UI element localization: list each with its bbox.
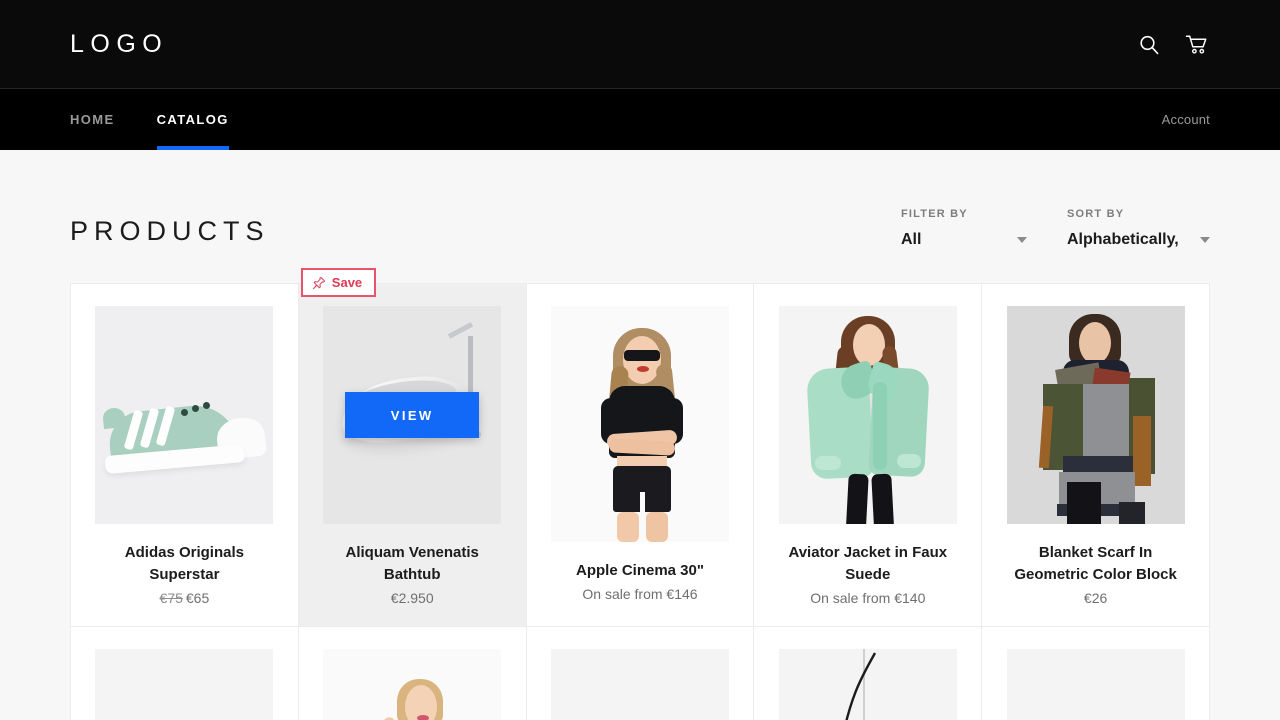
main-navigation: HOME CATALOG Account	[0, 89, 1280, 150]
page-header-row: PRODUCTS FILTER BY All SORT BY Alphabeti…	[0, 150, 1280, 251]
product-image	[95, 649, 273, 720]
product-title: Aliquam Venenatis Bathtub	[327, 542, 497, 586]
account-link[interactable]: Account	[1162, 112, 1210, 127]
header-actions	[1136, 32, 1210, 58]
collection-toolbar: FILTER BY All SORT BY Alphabetically,	[901, 208, 1210, 251]
product-thumb-placeholder	[1007, 649, 1185, 720]
product-title: Apple Cinema 30"	[576, 560, 704, 582]
product-title: Adidas Originals Superstar	[99, 542, 269, 586]
product-card[interactable]	[982, 627, 1210, 720]
cart-icon[interactable]	[1184, 32, 1210, 58]
chevron-down-icon	[1200, 237, 1210, 243]
sort-by-group: SORT BY Alphabetically,	[1067, 208, 1210, 249]
product-thumb-placeholder	[95, 649, 273, 720]
save-button-label: Save	[332, 275, 362, 290]
product-price-current: On sale from €146	[582, 586, 697, 602]
product-card[interactable]: Adidas Originals Superstar €75€65	[71, 284, 299, 627]
model-blonde-illustration	[323, 649, 501, 720]
product-title: Aviator Jacket in Faux Suede	[783, 542, 953, 586]
product-image	[1007, 306, 1185, 524]
filter-by-group: FILTER BY All	[901, 208, 1027, 249]
sort-by-value: Alphabetically,	[1067, 231, 1192, 249]
nav-item-home[interactable]: HOME	[70, 89, 115, 150]
product-price: €2.950	[391, 590, 434, 606]
sort-by-select[interactable]: Alphabetically,	[1067, 231, 1210, 249]
nav-item-catalog[interactable]: CATALOG	[157, 89, 229, 150]
pin-icon	[312, 276, 326, 290]
product-price-current: €2.950	[391, 590, 434, 606]
page-title: PRODUCTS	[70, 218, 270, 251]
product-image	[551, 306, 729, 542]
product-price-current: €26	[1084, 590, 1107, 606]
product-title: Blanket Scarf In Geometric Color Block	[1011, 542, 1181, 586]
product-price: On sale from €140	[810, 590, 925, 606]
model-sunglasses-illustration	[551, 306, 729, 542]
product-card[interactable]	[527, 627, 755, 720]
product-price: On sale from €146	[582, 586, 697, 602]
product-image	[779, 306, 957, 524]
product-price: €26	[1084, 590, 1107, 606]
product-image	[1007, 649, 1185, 720]
save-button[interactable]: Save	[301, 268, 376, 297]
view-button[interactable]: VIEW	[345, 392, 479, 438]
blanket-scarf-illustration	[1007, 306, 1185, 524]
sort-by-label: SORT BY	[1067, 208, 1210, 220]
site-logo[interactable]: LOGO	[70, 32, 168, 57]
product-image	[323, 649, 501, 720]
product-card[interactable]: Blanket Scarf In Geometric Color Block €…	[982, 284, 1210, 627]
product-card[interactable]: Apple Cinema 30" On sale from €146	[527, 284, 755, 627]
product-image	[779, 649, 957, 720]
product-price: €75€65	[160, 590, 210, 606]
product-grid-row-2	[70, 627, 1210, 720]
search-icon[interactable]	[1136, 32, 1162, 58]
chevron-down-icon	[1017, 237, 1027, 243]
product-card[interactable]: Save VIEW Aliquam Venenatis Bathtub €2.9…	[299, 284, 527, 627]
product-price-current: €65	[186, 590, 209, 606]
nav-link-list: HOME CATALOG	[70, 89, 271, 150]
product-price-current: On sale from €140	[810, 590, 925, 606]
product-card[interactable]	[299, 627, 527, 720]
product-card[interactable]	[71, 627, 299, 720]
product-grid-wrapper: Adidas Originals Superstar €75€65 Save	[0, 283, 1280, 720]
product-image: VIEW	[323, 306, 501, 524]
filter-by-label: FILTER BY	[901, 208, 1027, 220]
product-thumb-placeholder	[551, 649, 729, 720]
product-price-original: €75	[160, 590, 183, 606]
product-card[interactable]: Aviator Jacket in Faux Suede On sale fro…	[754, 284, 982, 627]
product-image	[95, 306, 273, 524]
product-image	[551, 649, 729, 720]
site-header: LOGO	[0, 0, 1280, 89]
aviator-jacket-illustration	[779, 306, 957, 524]
product-card[interactable]	[754, 627, 982, 720]
filter-by-value: All	[901, 231, 1009, 249]
cable-illustration	[779, 649, 957, 720]
filter-by-select[interactable]: All	[901, 231, 1027, 249]
product-grid-row-1: Adidas Originals Superstar €75€65 Save	[70, 283, 1210, 627]
sneaker-illustration	[95, 306, 273, 524]
